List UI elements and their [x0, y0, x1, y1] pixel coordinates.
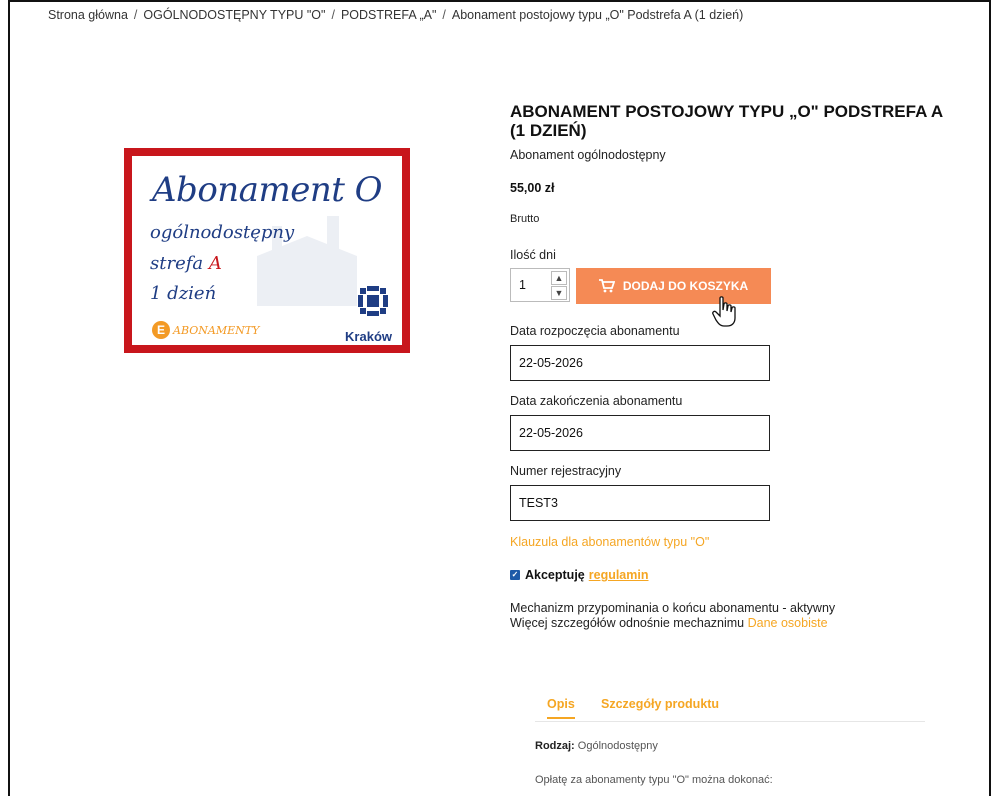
image-line-duration: 1 dzień	[150, 283, 217, 304]
terms-link[interactable]: regulamin	[589, 568, 649, 582]
tab-product-details[interactable]: Szczegóły produktu	[601, 697, 719, 717]
cart-icon	[598, 279, 615, 293]
chevron-down-icon[interactable]: ▼	[551, 286, 567, 300]
quantity-label: Ilość dni	[510, 248, 556, 262]
quantity-stepper[interactable]: 1 ▲ ▼	[510, 268, 570, 302]
product-tabs: Opis Szczegóły produktu	[535, 697, 925, 722]
hand-cursor-icon	[712, 296, 736, 327]
breadcrumb-separator: /	[442, 8, 446, 22]
chevron-up-icon[interactable]: ▲	[551, 271, 567, 285]
image-zone-letter: A	[208, 253, 222, 274]
reminder-details-text: Więcej szczegółów odnośnie mechaznimu	[510, 616, 745, 630]
clause-link[interactable]: Klauzula dla abonamentów typu "O"	[510, 535, 709, 549]
reminder-info: Mechanizm przypominania o końcu abonamen…	[510, 601, 835, 631]
description-kind: Rodzaj: Ogólnodostępny	[535, 740, 658, 752]
terms-accept: ✓ Akceptuję regulamin	[510, 568, 649, 582]
breadcrumb-subcategory[interactable]: PODSTREFA „A"	[341, 8, 436, 22]
product-image[interactable]: Abonament O ogólnodostępny strefa A 1 dz…	[124, 148, 410, 353]
product-price: 55,00 zł	[510, 181, 555, 195]
plate-number-field[interactable]: TEST3	[510, 485, 770, 521]
terms-checkbox[interactable]: ✓	[510, 570, 520, 580]
breadcrumb-category[interactable]: OGÓLNODOSTĘPNY TYPU "O"	[143, 8, 325, 22]
reminder-details: Więcej szczegółów odnośnie mechaznimu Da…	[510, 616, 835, 631]
e-badge-icon: E	[152, 321, 170, 339]
product-title: ABONAMENT POSTOJOWY TYPU „O" PODSTREFA A…	[510, 102, 943, 140]
image-line-type: ogólnodostępny	[150, 222, 295, 243]
badge-text: ABONAMENTY	[173, 323, 260, 337]
breadcrumb-current: Abonament postojowy typu „O" Podstrefa A…	[451, 8, 744, 22]
plate-number-label: Numer rejestracyjny	[510, 464, 622, 478]
start-date-field[interactable]: 22-05-2026	[510, 345, 770, 381]
image-title: Abonament O	[152, 170, 383, 210]
tab-description[interactable]: Opis	[547, 697, 575, 719]
reminder-status: Mechanizm przypominania o końcu abonamen…	[510, 601, 836, 615]
end-date-label: Data zakończenia abonamentu	[510, 394, 683, 408]
description-payment: Opłatę za abonamenty typu "O" można doko…	[535, 774, 773, 786]
image-line-zone: strefa A	[150, 253, 222, 274]
end-date-field[interactable]: 22-05-2026	[510, 415, 770, 451]
abonamenty-logo: E ABONAMENTY	[152, 321, 259, 339]
add-to-cart-label: DODAJ DO KOSZYKA	[622, 279, 749, 293]
kind-label: Rodzaj:	[535, 740, 575, 752]
krakow-logo-icon	[358, 286, 388, 316]
start-date-label: Data rozpoczęcia abonamentu	[510, 324, 680, 338]
terms-label: Akceptuję	[525, 568, 585, 582]
quantity-input[interactable]: 1	[519, 278, 526, 292]
add-to-cart-button[interactable]: DODAJ DO KOSZYKA	[576, 268, 771, 304]
breadcrumb-separator: /	[331, 8, 335, 22]
breadcrumb-separator: /	[133, 8, 138, 22]
image-zone-prefix: strefa	[150, 253, 209, 274]
breadcrumb-home[interactable]: Strona główna	[48, 8, 128, 22]
image-city: Kraków	[345, 329, 392, 344]
breadcrumb: Strona główna / OGÓLNODOSTĘPNY TYPU "O" / PO…	[48, 8, 743, 22]
tax-label: Brutto	[510, 213, 540, 225]
product-subtitle: Abonament ogólnodostępny	[510, 148, 666, 162]
kind-value: Ogólnodostępny	[577, 740, 658, 752]
personal-data-link[interactable]: Dane osobiste	[748, 616, 828, 630]
